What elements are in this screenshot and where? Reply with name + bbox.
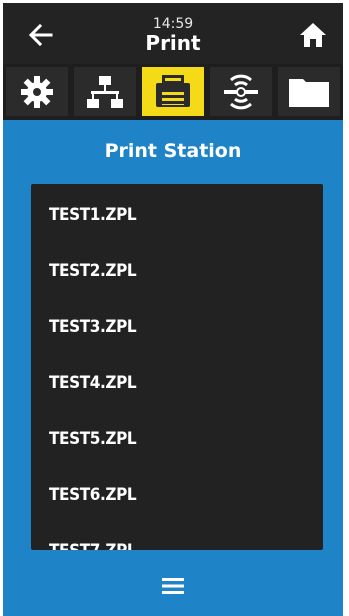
tab-network[interactable] [74, 67, 136, 116]
tab-settings[interactable] [6, 67, 68, 116]
top-bar: 14:59 Print [3, 3, 343, 64]
print-station-panel: Print Station TEST1.ZPL TEST2.ZPL TEST3.… [3, 120, 343, 616]
gear-icon [21, 75, 53, 108]
printer-screen: 14:59 Print Print Station TEST1.ZPL TEST… [0, 0, 349, 616]
list-item[interactable]: TEST3.ZPL [49, 312, 137, 342]
list-item[interactable]: TEST6.ZPL [49, 480, 137, 510]
hamburger-menu-icon [162, 578, 184, 594]
list-item[interactable]: TEST5.ZPL [49, 424, 137, 454]
tab-storage[interactable] [278, 67, 340, 116]
section-title: Print Station [104, 140, 242, 162]
clock: 14:59 [152, 16, 194, 32]
file-list[interactable]: TEST1.ZPL TEST2.ZPL TEST3.ZPL TEST4.ZPL … [31, 184, 323, 550]
tab-print[interactable] [142, 67, 204, 116]
sensor-icon [224, 74, 258, 109]
list-item[interactable]: TEST1.ZPL [49, 200, 137, 230]
menu-button[interactable] [155, 572, 191, 600]
home-icon [300, 23, 326, 47]
list-item[interactable]: TEST7.ZPL [49, 536, 137, 550]
tab-sensor[interactable] [210, 67, 272, 116]
page-title: Print [145, 31, 201, 55]
list-item[interactable]: TEST2.ZPL [49, 256, 137, 286]
list-item[interactable]: TEST4.ZPL [49, 368, 137, 398]
tab-bar [3, 64, 343, 120]
home-button[interactable] [295, 17, 331, 53]
printer-icon [156, 74, 190, 107]
network-icon [87, 75, 123, 108]
folder-icon [289, 78, 329, 107]
